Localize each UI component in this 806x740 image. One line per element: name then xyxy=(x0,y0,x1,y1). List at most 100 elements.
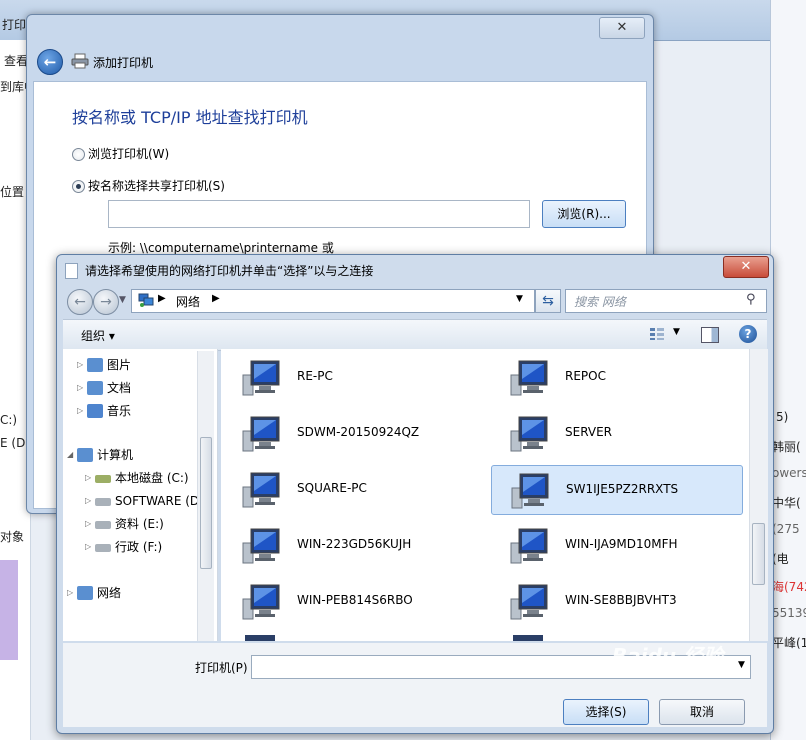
forward-arrow-icon[interactable]: → xyxy=(93,289,119,315)
search-icon[interactable]: ⚲ xyxy=(746,292,756,307)
refresh-icon[interactable]: ⇆ xyxy=(535,289,561,313)
organize-button[interactable]: 组织 ▾ xyxy=(81,327,115,344)
browse-button[interactable]: 浏览(R)... xyxy=(542,200,626,228)
share-name-input[interactable] xyxy=(108,200,530,228)
background-right-pane xyxy=(770,0,806,740)
printer-field-label: 打印机(P) xyxy=(195,661,248,675)
wizard-title: 添加打印机 xyxy=(93,56,154,70)
network-computer-item[interactable]: SW1IJE5PZ2RRXTS xyxy=(491,465,743,515)
chevron-right-icon[interactable]: ▶ xyxy=(212,293,220,304)
background-text[interactable]: E (D: xyxy=(0,436,26,450)
close-button[interactable]: ✕ xyxy=(723,256,769,278)
select-button[interactable]: 选择(S) xyxy=(563,699,649,725)
background-text: 对象 xyxy=(0,530,25,544)
network-computer-item[interactable]: SDWM-20150924QZ xyxy=(223,409,473,457)
expand-arrow-icon[interactable]: ▷ xyxy=(77,355,83,375)
expand-arrow-icon[interactable]: ▷ xyxy=(85,514,91,534)
chevron-right-icon[interactable]: ▶ xyxy=(158,293,166,304)
drive-icon xyxy=(95,498,111,506)
background-text: 平峰(1 xyxy=(772,636,806,650)
wizard-header: ← 添加打印机 xyxy=(33,43,647,81)
network-computer-item[interactable]: WIN-PEB814S6RBO xyxy=(223,577,473,625)
expand-arrow-icon[interactable]: ▷ xyxy=(85,491,91,511)
view-options-icon[interactable] xyxy=(649,327,665,341)
network-computer-item[interactable]: WIN-SE8BBJBVHT3 xyxy=(491,577,741,625)
address-bar[interactable]: ▶ 网络 ▶ ▼ xyxy=(131,289,535,313)
expand-arrow-icon[interactable]: ◢ xyxy=(67,445,73,465)
background-text: 位置 xyxy=(0,185,25,199)
background-text: (电 xyxy=(772,552,789,566)
expand-arrow-icon[interactable]: ▷ xyxy=(77,378,83,398)
background-text: 打印 xyxy=(2,18,26,32)
computer-icon xyxy=(511,473,549,509)
computer-name: SQUARE-PC xyxy=(297,481,367,495)
chevron-down-icon[interactable]: ▼ xyxy=(673,327,680,337)
navigation-tree: ▷ 图片 ▷ 文档 ▷ 音乐 ◢ 计算机 ▷ 本地磁盘 (C:) ▷ SOFTWARE (D:) ▷ 资料… xyxy=(63,349,218,641)
cancel-button[interactable]: 取消 xyxy=(659,699,745,725)
background-text[interactable]: 到库中 xyxy=(0,78,26,95)
chevron-down-icon[interactable]: ▼ xyxy=(516,294,523,304)
expand-arrow-icon[interactable]: ▷ xyxy=(67,583,73,603)
partial-computer-icon xyxy=(245,635,275,641)
tree-item-label[interactable]: SOFTWARE (D:) xyxy=(115,491,208,511)
expand-arrow-icon[interactable]: ▷ xyxy=(85,537,91,557)
computer-icon xyxy=(242,528,280,564)
computer-icon xyxy=(242,416,280,452)
list-scrollbar[interactable] xyxy=(749,349,768,641)
tree-item-label[interactable]: 网络 xyxy=(97,583,121,603)
expand-arrow-icon[interactable]: ▷ xyxy=(85,468,91,488)
computer-icon xyxy=(242,584,280,620)
background-text[interactable]: C:) xyxy=(0,413,26,427)
background-text: 中华( xyxy=(772,496,801,510)
network-computer-item[interactable]: WIN-223GD56KUJH xyxy=(223,521,473,569)
background-text: owers xyxy=(772,466,806,480)
tree-item-label[interactable]: 计算机 xyxy=(97,445,133,465)
network-computer-item[interactable]: WIN-IJA9MD10MFH xyxy=(491,521,741,569)
search-input[interactable]: 搜索 网络 ⚲ xyxy=(565,289,767,313)
breadcrumb-network[interactable]: 网络 xyxy=(176,293,200,310)
tree-item-label[interactable]: 文档 xyxy=(107,378,131,398)
network-computer-item[interactable]: REPOC xyxy=(491,353,741,401)
computer-name: WIN-SE8BBJBVHT3 xyxy=(565,593,677,607)
preview-pane-icon[interactable] xyxy=(701,327,719,343)
help-icon[interactable]: ? xyxy=(739,325,757,343)
back-arrow-icon[interactable]: ← xyxy=(37,49,63,75)
tree-item-label[interactable]: 资料 (E:) xyxy=(115,514,164,534)
partial-computer-icon xyxy=(513,635,543,641)
background-purple-strip xyxy=(0,560,18,660)
expand-arrow-icon[interactable]: ▷ xyxy=(77,401,83,421)
toolbar: 组织 ▾ ▼ ? xyxy=(63,319,767,351)
tree-item-label[interactable]: 本地磁盘 (C:) xyxy=(115,468,189,488)
background-text: 韩丽( xyxy=(772,440,801,454)
computer-icon xyxy=(242,360,280,396)
background-text[interactable]: 查看 xyxy=(4,52,26,69)
tree-item-label[interactable]: 图片 xyxy=(107,355,131,375)
share-name-radio[interactable] xyxy=(72,180,85,193)
tree-item-label[interactable]: 音乐 xyxy=(107,401,131,421)
tree-item-label[interactable]: 行政 (F:) xyxy=(115,537,162,557)
computer-icon xyxy=(242,472,280,508)
watermark-logo: Baidu 经验 xyxy=(612,644,724,668)
list-scrollbar-thumb[interactable] xyxy=(752,523,765,585)
network-computer-item[interactable]: SERVER xyxy=(491,409,741,457)
drive-icon xyxy=(95,521,111,529)
computer-icon xyxy=(510,416,548,452)
share-name-label[interactable]: 按名称选择共享打印机(S) xyxy=(88,177,225,194)
chevron-down-icon[interactable]: ▼ xyxy=(738,660,745,670)
music-icon xyxy=(87,404,103,418)
network-computer-item[interactable]: RE-PC xyxy=(223,353,473,401)
close-button[interactable]: ✕ xyxy=(599,17,645,39)
computer-icon xyxy=(77,448,93,462)
background-text: (275 xyxy=(772,522,800,536)
browse-printer-radio[interactable] xyxy=(72,148,85,161)
history-dropdown-icon[interactable]: ▼ xyxy=(119,295,126,305)
page-heading: 按名称或 TCP/IP 地址查找打印机 xyxy=(72,108,308,127)
background-text: 55139 xyxy=(772,606,806,620)
tree-scrollbar-thumb[interactable] xyxy=(200,437,212,569)
windows-drive-icon xyxy=(95,475,111,483)
back-arrow-icon[interactable]: ← xyxy=(67,289,93,315)
browse-printer-label[interactable]: 浏览打印机(W) xyxy=(88,145,169,162)
network-computer-item[interactable]: SQUARE-PC xyxy=(223,465,473,513)
computer-icon xyxy=(510,528,548,564)
computer-icon xyxy=(510,360,548,396)
